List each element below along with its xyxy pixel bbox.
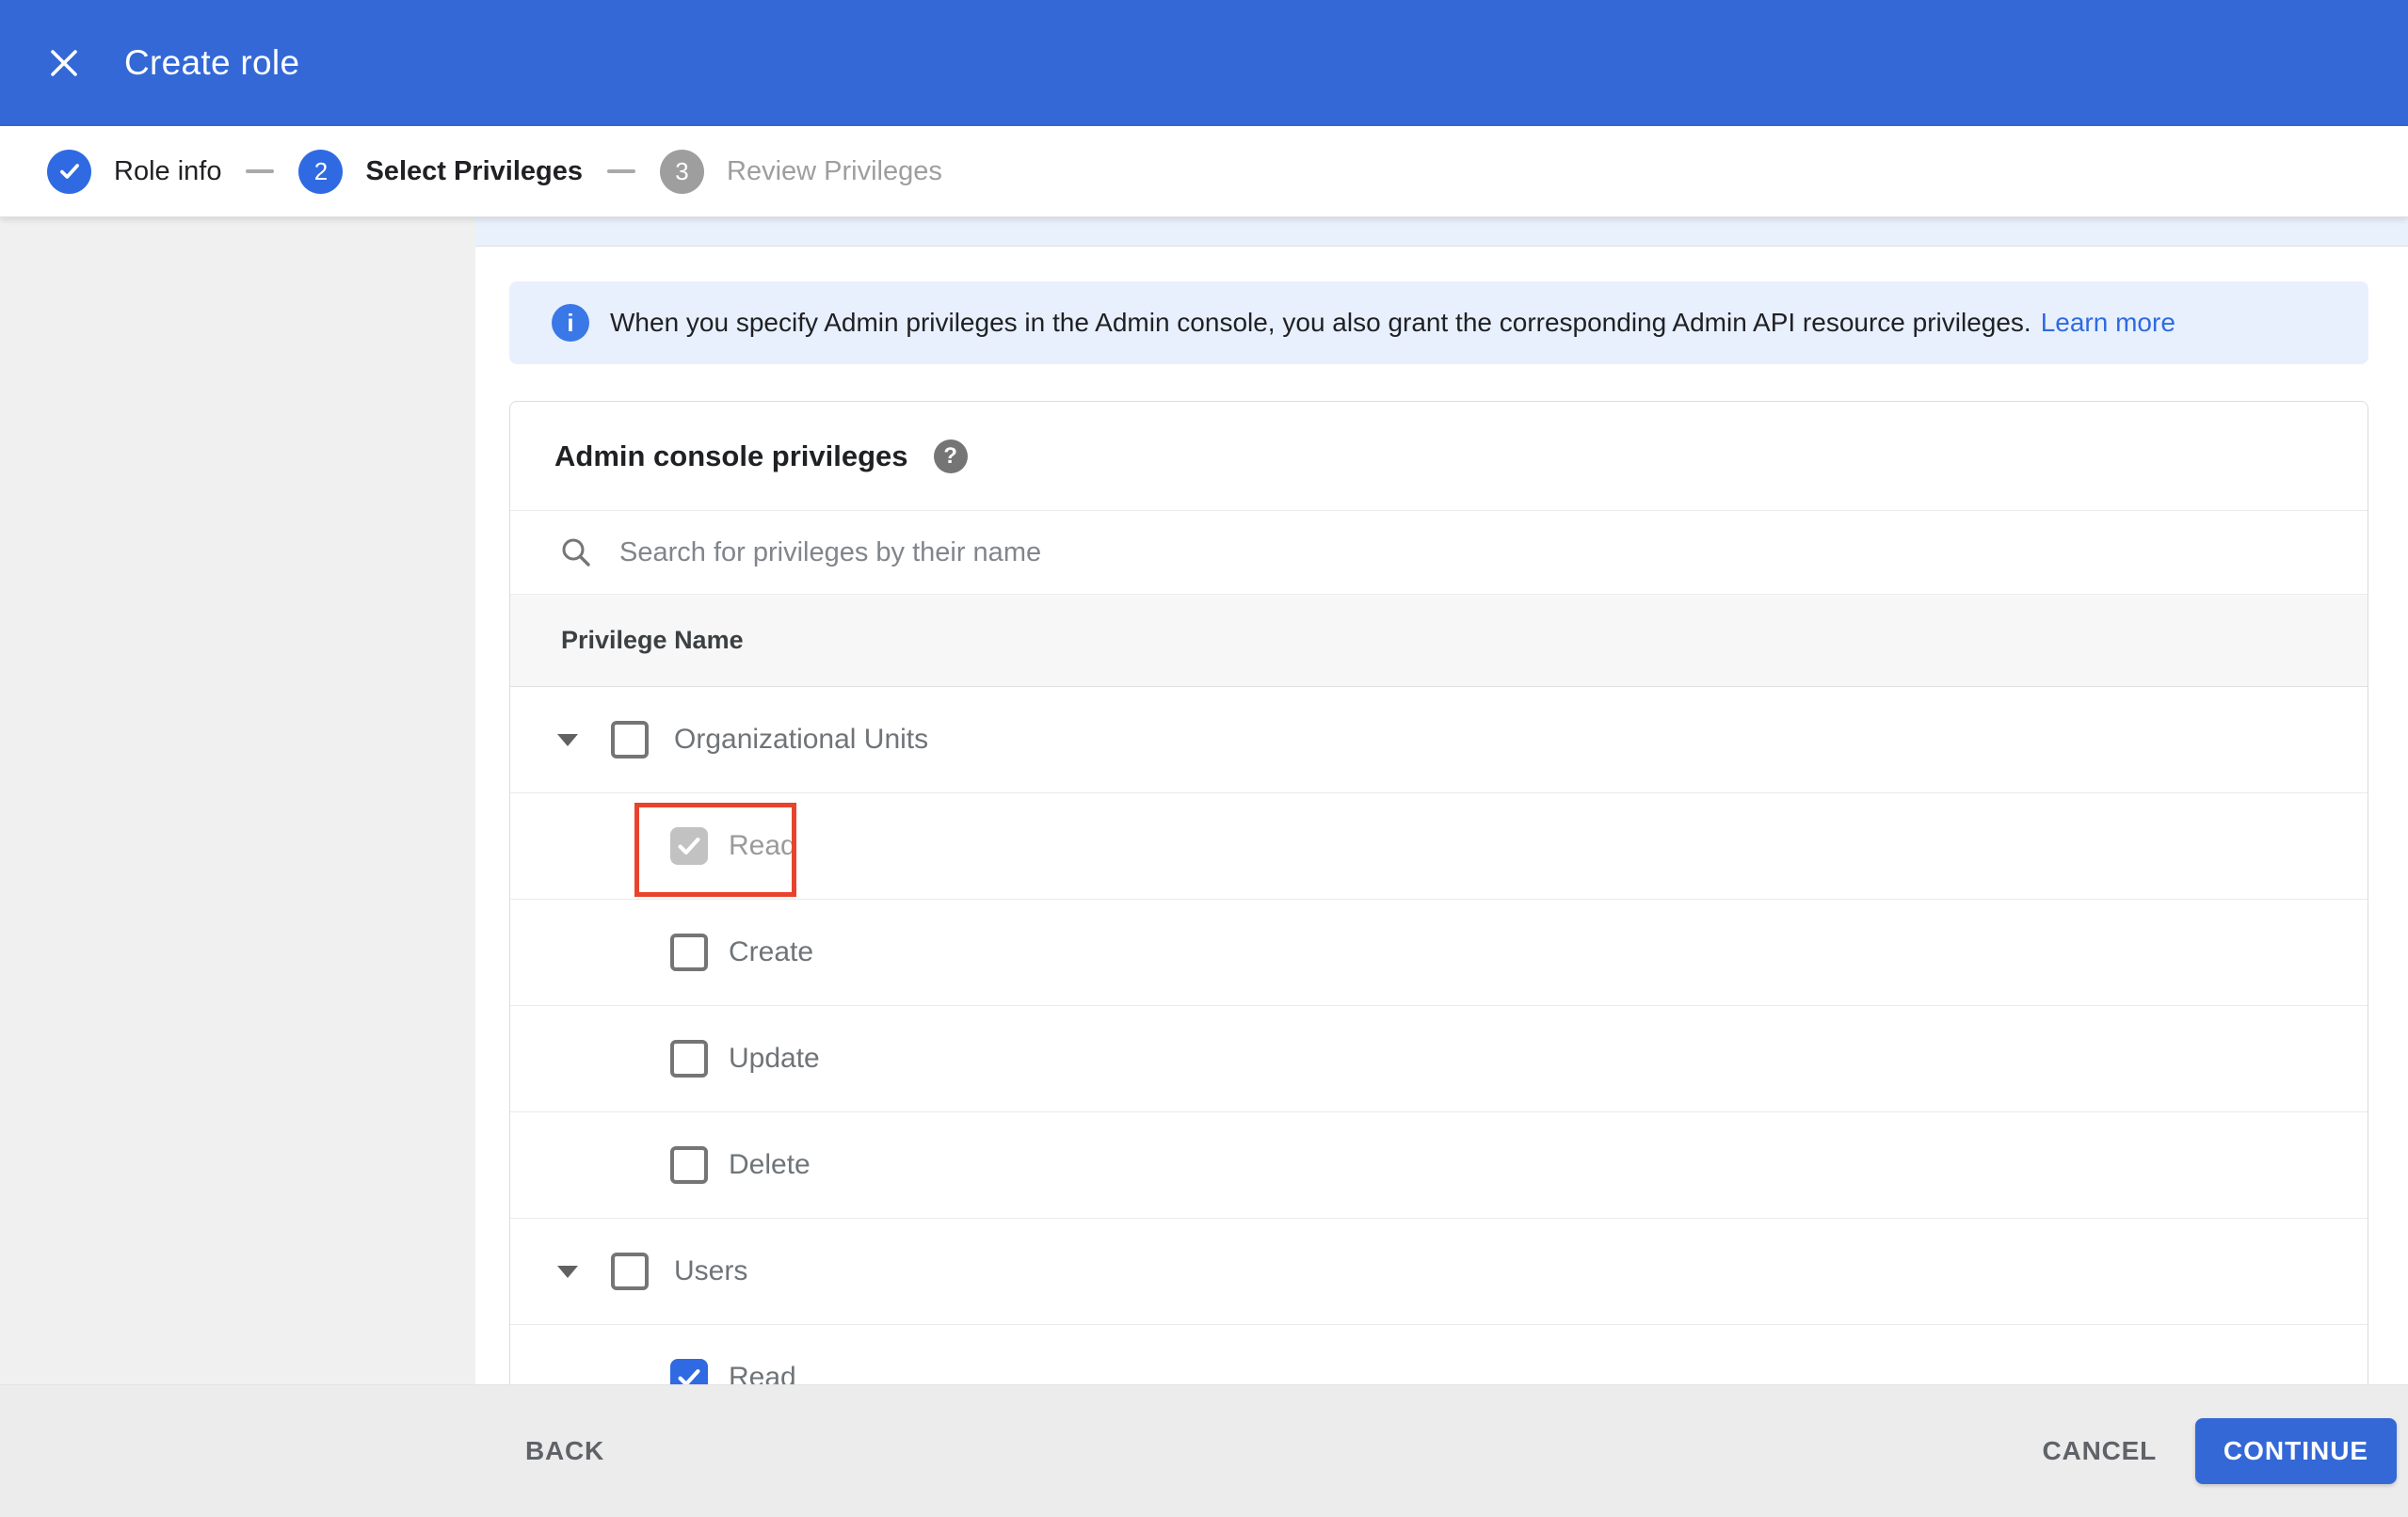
checkbox-delete[interactable] <box>670 1146 708 1184</box>
checkbox-users[interactable] <box>611 1253 649 1290</box>
learn-more-link[interactable]: Learn more <box>2041 308 2175 338</box>
step-select-privileges[interactable]: 2 Select Privileges <box>298 149 583 194</box>
privilege-label: Read <box>729 1362 796 1384</box>
privilege-label: Organizational Units <box>674 724 929 755</box>
privilege-row-organizational-units: Organizational Units <box>510 687 2368 793</box>
dialog-body: i When you specify Admin privileges in t… <box>0 217 2408 1384</box>
privilege-label: Delete <box>729 1149 811 1180</box>
privileges-card: Admin console privileges ? Privilege Nam… <box>509 401 2368 1384</box>
page-title: Create role <box>124 43 300 82</box>
stepper: Role info 2 Select Privileges 3 Review P… <box>0 126 2408 217</box>
checkmark-icon <box>678 1369 700 1384</box>
step-label: Select Privileges <box>365 155 583 186</box>
left-panel <box>0 217 475 1384</box>
step-completed-indicator <box>47 149 91 194</box>
step-review-privileges[interactable]: 3 Review Privileges <box>660 149 942 194</box>
privilege-row-create: Create <box>510 900 2368 1006</box>
step-connector <box>246 169 275 173</box>
card-header: Admin console privileges ? <box>510 402 2368 511</box>
step-number: 3 <box>660 149 704 194</box>
continue-button[interactable]: CONTINUE <box>2195 1418 2397 1484</box>
dialog-header: Create role <box>0 0 2408 126</box>
checkbox-users-read[interactable] <box>670 1359 708 1384</box>
checkbox-organizational-units[interactable] <box>611 721 649 758</box>
step-connector <box>607 169 635 173</box>
checkbox-update[interactable] <box>670 1040 708 1078</box>
checkbox-create[interactable] <box>670 934 708 971</box>
privilege-row-read: Read <box>510 793 2368 900</box>
search-icon <box>562 538 590 567</box>
help-icon[interactable]: ? <box>933 439 968 473</box>
cancel-button[interactable]: CANCEL <box>2043 1436 2157 1466</box>
step-label: Review Privileges <box>727 155 942 186</box>
card-title: Admin console privileges <box>554 439 908 472</box>
step-number: 2 <box>298 149 344 194</box>
privilege-label: Read <box>729 830 796 861</box>
expand-arrow-icon[interactable] <box>557 733 578 746</box>
check-icon <box>59 164 79 179</box>
privilege-row-delete: Delete <box>510 1112 2368 1219</box>
privilege-row-users: Users <box>510 1219 2368 1325</box>
table-header: Privilege Name <box>510 595 2368 687</box>
back-button[interactable]: BACK <box>525 1436 604 1466</box>
scrolled-banner-remnant <box>475 217 2408 247</box>
search-row <box>510 511 2368 595</box>
privilege-label: Update <box>729 1043 820 1074</box>
checkbox-read[interactable] <box>670 827 708 865</box>
step-role-info[interactable]: Role info <box>47 149 222 194</box>
info-banner-text: When you specify Admin privileges in the… <box>610 308 2031 337</box>
close-icon <box>51 50 77 76</box>
privilege-label: Create <box>729 936 814 967</box>
info-icon: i <box>552 304 589 342</box>
info-banner: i When you specify Admin privileges in t… <box>509 281 2368 364</box>
close-button[interactable] <box>38 37 90 89</box>
step-label: Role info <box>114 155 222 186</box>
privilege-row-users-read: Read <box>510 1325 2368 1384</box>
expand-arrow-icon[interactable] <box>557 1265 578 1278</box>
privilege-row-update: Update <box>510 1006 2368 1112</box>
search-input[interactable] <box>619 536 2368 568</box>
privilege-name-header: Privilege Name <box>561 626 744 654</box>
privilege-label: Users <box>674 1255 748 1286</box>
footer-bar: BACK CANCEL CONTINUE <box>0 1384 2408 1517</box>
checkmark-icon <box>678 838 700 854</box>
content-area: i When you specify Admin privileges in t… <box>475 217 2408 1384</box>
